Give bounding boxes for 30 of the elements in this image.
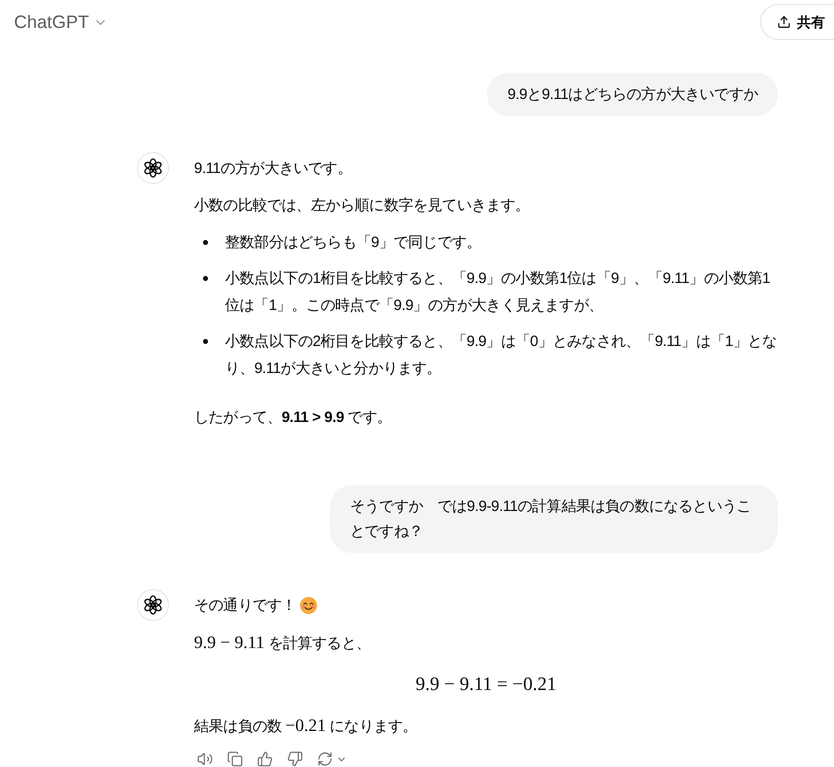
message-text: その通りです！ [194, 596, 296, 616]
model-selector[interactable]: ChatGPT [6, 4, 116, 40]
refresh-icon [317, 751, 333, 767]
list-item-text: 小数点以下の1桁目を比較すると、「9.9」の小数第1位は「9」、「9.11」の小数第1位は「1」。この時点で「9.9」の方が大きく見えますが、 [225, 269, 772, 316]
message-text: したがって、9.11 > 9.9 です。 [194, 408, 392, 428]
bullet-icon [203, 240, 208, 245]
math-equation: 9.9 − 9.11 = −0.21 [416, 673, 556, 697]
assistant-avatar-icon [137, 589, 169, 621]
bullet-icon [203, 276, 208, 281]
like-button[interactable] [257, 751, 273, 767]
speaker-icon [197, 751, 213, 767]
message-text: 9.11の方が大きいです。 [194, 159, 352, 179]
list-item-text: 整数部分はどちらも「9」で同じです。 [225, 233, 482, 253]
read-aloud-button[interactable] [197, 751, 213, 767]
message-text: 9.9 − 9.11 を計算すると、 [194, 631, 372, 654]
list-item-text: 小数点以下の2桁目を比較すると、「9.9」は「0」とみなされ、「9.11」は「1」となり、9.11が大きいと分かります。 [225, 332, 778, 379]
copy-icon [227, 751, 243, 767]
assistant-avatar-icon [137, 152, 169, 184]
thumbs-down-icon [287, 751, 303, 767]
user-message: 9.9と9.11はどちらの方が大きいですか [487, 73, 778, 116]
regenerate-button[interactable] [317, 751, 347, 767]
share-button[interactable]: 共有 [760, 4, 834, 40]
copy-button[interactable] [227, 751, 243, 767]
upload-icon [777, 15, 791, 29]
thumbs-up-icon [257, 751, 273, 767]
bullet-icon [203, 339, 208, 344]
message-text: 小数の比較では、左から順に数字を見ていきます。 [194, 196, 530, 216]
message-text: 結果は負の数 −0.21 になります。 [194, 714, 418, 737]
user-message: そうですか では9.9-9.11の計算結果は負の数になるということですね？ [330, 485, 778, 553]
dislike-button[interactable] [287, 751, 303, 767]
